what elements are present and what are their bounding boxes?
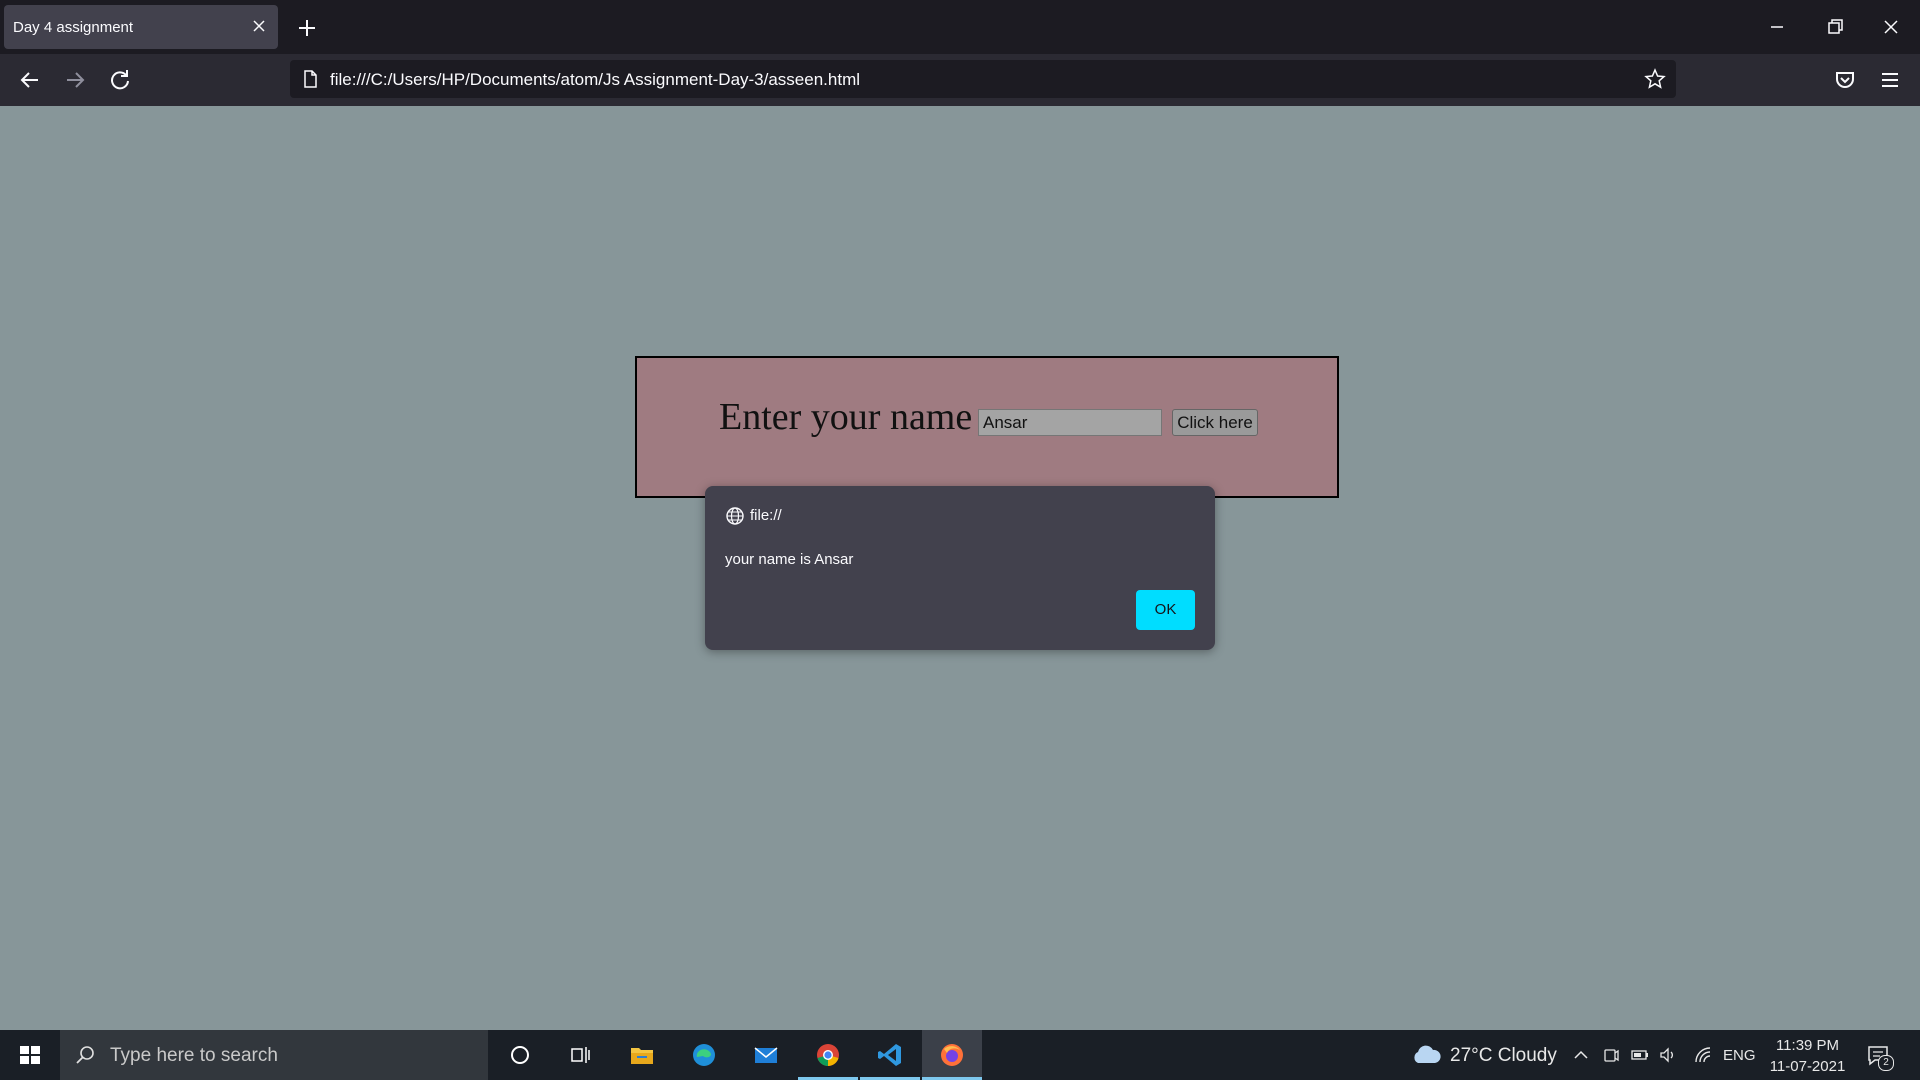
name-input[interactable]: Ansar [978, 409, 1162, 436]
clock[interactable]: 11:39 PM 11-07-2021 [1765, 1035, 1850, 1077]
wifi-icon[interactable] [1693, 1045, 1713, 1065]
name-form-card: Enter your name Ansar Click here [635, 356, 1339, 498]
notification-center-icon[interactable]: 2 [1866, 1043, 1894, 1071]
search-icon [76, 1046, 94, 1064]
notification-count: 2 [1878, 1055, 1894, 1071]
weather-text: 27°C Cloudy [1450, 1045, 1557, 1066]
dialog-message: your name is Ansar [725, 551, 854, 568]
back-arrow-icon[interactable] [16, 66, 44, 94]
clock-date: 11-07-2021 [1769, 1058, 1846, 1075]
edge-icon[interactable] [674, 1030, 734, 1080]
cortana-icon[interactable] [490, 1030, 550, 1080]
menu-icon[interactable] [1876, 66, 1904, 94]
url-text[interactable]: file:///C:/Users/HP/Documents/atom/Js As… [330, 70, 860, 90]
close-window-icon[interactable] [1878, 14, 1904, 40]
bookmark-star-icon[interactable] [1644, 68, 1666, 90]
browser-tab[interactable]: Day 4 assignment [4, 5, 278, 49]
chrome-icon[interactable] [798, 1030, 858, 1080]
vscode-icon[interactable] [860, 1030, 920, 1080]
ok-button[interactable]: OK [1136, 590, 1195, 630]
close-tab-icon[interactable] [250, 17, 268, 35]
click-here-button[interactable]: Click here [1172, 409, 1258, 436]
taskbar: Type here to search 27°C Cloudy ENG 11:3… [0, 1030, 1920, 1080]
mail-icon[interactable] [736, 1030, 796, 1080]
language-indicator[interactable]: ENG [1723, 1047, 1756, 1064]
clock-time: 11:39 PM [1775, 1037, 1840, 1054]
dialog-origin: file:// [750, 507, 782, 524]
firefox-icon[interactable] [922, 1030, 982, 1080]
chevron-up-icon[interactable] [1571, 1045, 1591, 1065]
globe-icon [726, 507, 744, 525]
tab-title: Day 4 assignment [13, 19, 134, 36]
windows-start-icon[interactable] [0, 1030, 60, 1080]
task-view-icon[interactable] [550, 1030, 610, 1080]
minimize-icon[interactable] [1764, 14, 1790, 40]
restore-icon[interactable] [1822, 14, 1848, 40]
navigation-bar: file:///C:/Users/HP/Documents/atom/Js As… [0, 54, 1920, 106]
taskbar-search[interactable]: Type here to search [60, 1030, 488, 1080]
forward-arrow-icon[interactable] [61, 66, 89, 94]
tab-bar: Day 4 assignment [0, 0, 1920, 54]
form-label: Enter your name [719, 396, 973, 438]
battery-icon[interactable] [1630, 1045, 1650, 1065]
new-tab-icon[interactable] [294, 15, 320, 41]
file-explorer-icon[interactable] [612, 1030, 672, 1080]
search-placeholder: Type here to search [110, 1045, 278, 1066]
reload-icon[interactable] [106, 66, 134, 94]
pocket-icon[interactable] [1831, 66, 1859, 94]
meet-now-icon[interactable] [1601, 1045, 1621, 1065]
cloud-icon [1414, 1045, 1441, 1063]
alert-dialog: file:// your name is Ansar OK [705, 486, 1215, 650]
volume-icon[interactable] [1658, 1045, 1678, 1065]
page-icon[interactable] [300, 69, 320, 89]
address-bar[interactable]: file:///C:/Users/HP/Documents/atom/Js As… [290, 60, 1676, 98]
